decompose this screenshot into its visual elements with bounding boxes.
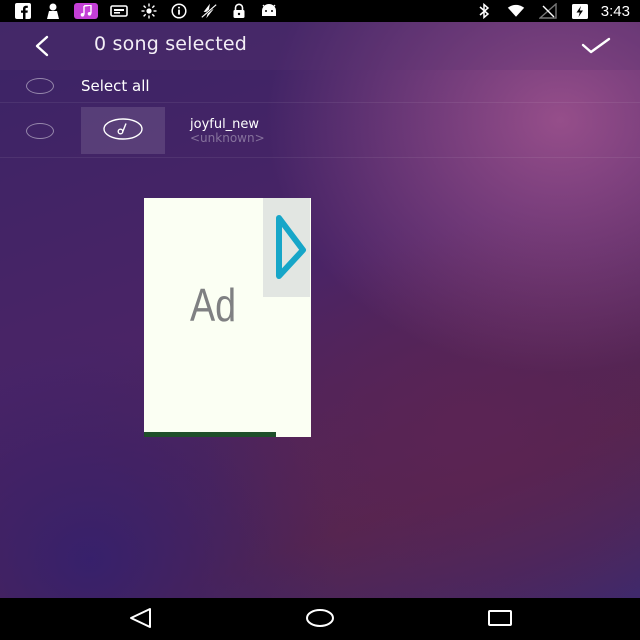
select-all-radio[interactable] (26, 78, 54, 94)
song-thumbnail (81, 107, 165, 154)
ad-label: Ad (190, 279, 237, 331)
wifi-icon (507, 2, 525, 20)
media-icon (110, 2, 128, 20)
back-arrow-icon[interactable] (30, 34, 54, 58)
song-select-radio[interactable] (26, 123, 54, 139)
song-title: joyful_new (190, 117, 260, 132)
play-icon (272, 212, 308, 286)
checkmark-icon[interactable] (580, 34, 612, 58)
ad-play-tab[interactable] (263, 198, 310, 297)
song-list-item[interactable]: joyful_new <unknown> (0, 102, 640, 158)
action-bar: 0 song selected (0, 22, 640, 70)
page-title: 0 song selected (94, 33, 247, 55)
lock-icon (230, 2, 248, 20)
no-fast-charge-icon (200, 2, 218, 20)
status-bar: 3:43 (0, 0, 640, 22)
status-time: 3:43 (600, 2, 630, 20)
brightness-icon (140, 2, 158, 20)
music-icon (74, 3, 98, 19)
song-artist: <unknown> (190, 131, 265, 145)
android-icon (260, 2, 278, 20)
bluetooth-icon (475, 2, 493, 20)
status-bar-right: 3:43 (461, 0, 630, 22)
nav-recents-icon[interactable] (487, 607, 513, 629)
facebook-icon (14, 2, 32, 20)
info-icon (170, 2, 188, 20)
nav-back-icon[interactable] (128, 607, 154, 629)
navigation-bar (0, 598, 640, 640)
select-all-row[interactable]: Select all (0, 70, 640, 102)
notification-icon (44, 2, 62, 20)
ad-progress-bar (144, 432, 276, 437)
music-note-icon (102, 117, 144, 145)
no-signal-icon (538, 2, 557, 20)
select-all-label: Select all (81, 77, 150, 95)
battery-charging-icon (571, 2, 589, 20)
nav-home-icon[interactable] (305, 607, 335, 629)
status-bar-left (14, 0, 290, 22)
